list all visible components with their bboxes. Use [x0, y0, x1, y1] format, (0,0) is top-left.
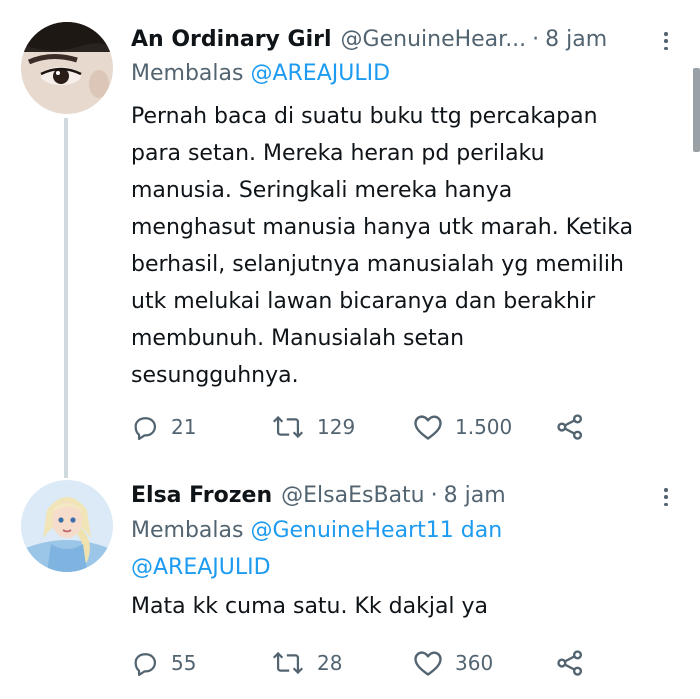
tweet-text-line: utk melukai lawan bicaranya dan berakhir: [131, 289, 596, 314]
share-button[interactable]: [555, 410, 585, 444]
timestamp[interactable]: 8 jam: [545, 27, 607, 52]
avatar[interactable]: [21, 480, 113, 572]
tweet-text: Pernah baca di suatu buku ttg percakapan…: [131, 98, 700, 394]
tweet-header: An Ordinary Girl @GenuineHear... · 8 jam: [131, 22, 700, 56]
timestamp[interactable]: 8 jam: [444, 483, 506, 508]
reply-icon: [134, 653, 157, 677]
avatar[interactable]: [21, 22, 113, 114]
retweet-icon: [272, 415, 304, 439]
tweet-text-line: para setan. Mereka heran pd perilaku: [131, 141, 545, 166]
share-icon: [557, 414, 583, 440]
like-count: 360: [455, 651, 494, 675]
more-options-icon[interactable]: [658, 488, 674, 506]
mention-link[interactable]: @GenuineHeart11: [250, 518, 453, 543]
tweet-text-line: berhasil, selanjutnya manusialah yg memi…: [131, 252, 624, 277]
like-button[interactable]: 360: [413, 646, 493, 680]
mention-link[interactable]: @AREAJULID: [250, 61, 390, 86]
reply-count: 21: [171, 415, 197, 439]
tweet-1[interactable]: An Ordinary Girl @GenuineHear... · 8 jam…: [0, 22, 700, 462]
retweet-count: 28: [317, 651, 343, 675]
user-handle[interactable]: @ElsaEsBatu: [281, 483, 424, 508]
reply-count: 55: [171, 651, 197, 675]
display-name[interactable]: Elsa Frozen: [131, 483, 272, 508]
avatar-elsa-cartoon-icon: [21, 480, 113, 572]
tweet-text-line: membunuh. Manusialah setan: [131, 326, 465, 351]
user-handle[interactable]: @GenuineHear...: [341, 27, 527, 52]
separator-dot: ·: [430, 482, 438, 508]
heart-icon: [414, 651, 442, 676]
retweet-button[interactable]: 129: [271, 410, 355, 444]
tweet-2[interactable]: Elsa Frozen @ElsaEsBatu · 8 jam Membalas…: [0, 478, 700, 699]
tweet-text-line: sesungguhnya.: [131, 363, 299, 388]
reply-button[interactable]: 55: [131, 646, 196, 680]
replying-to: Membalas @GenuineHeart11 dan @AREAJULID: [131, 512, 700, 586]
mention-link[interactable]: @AREAJULID: [131, 555, 271, 580]
display-name[interactable]: An Ordinary Girl: [131, 27, 332, 52]
mention-joiner: dan: [460, 518, 503, 543]
reply-button[interactable]: 21: [131, 410, 196, 444]
tweet-text-line: Mata kk cuma satu. Kk dakjal ya: [131, 594, 489, 619]
replying-to-label: Membalas: [131, 518, 244, 543]
tweet-text-line: menghasut manusia hanya utk marah. Ketik…: [131, 215, 634, 240]
retweet-button[interactable]: 28: [271, 646, 342, 680]
share-button[interactable]: [555, 646, 585, 680]
avatar-eye-photo-icon: [21, 22, 113, 114]
heart-icon: [414, 415, 442, 440]
like-count: 1.500: [455, 415, 513, 439]
retweet-icon: [272, 651, 304, 675]
replying-to: Membalas @AREAJULID: [131, 56, 700, 92]
separator-dot: ·: [532, 26, 540, 52]
retweet-count: 129: [317, 415, 356, 439]
tweet-header: Elsa Frozen @ElsaEsBatu · 8 jam: [131, 478, 700, 512]
share-icon: [557, 650, 583, 676]
tweet-text: Mata kk cuma satu. Kk dakjal ya: [131, 588, 700, 625]
replying-to-label: Membalas: [131, 61, 244, 86]
tweet-text-line: Pernah baca di suatu buku ttg percakapan: [131, 104, 598, 129]
like-button[interactable]: 1.500: [413, 410, 512, 444]
more-options-icon[interactable]: [658, 32, 674, 50]
tweet-text-line: manusia. Seringkali mereka hanya: [131, 178, 513, 203]
reply-icon: [134, 417, 157, 441]
